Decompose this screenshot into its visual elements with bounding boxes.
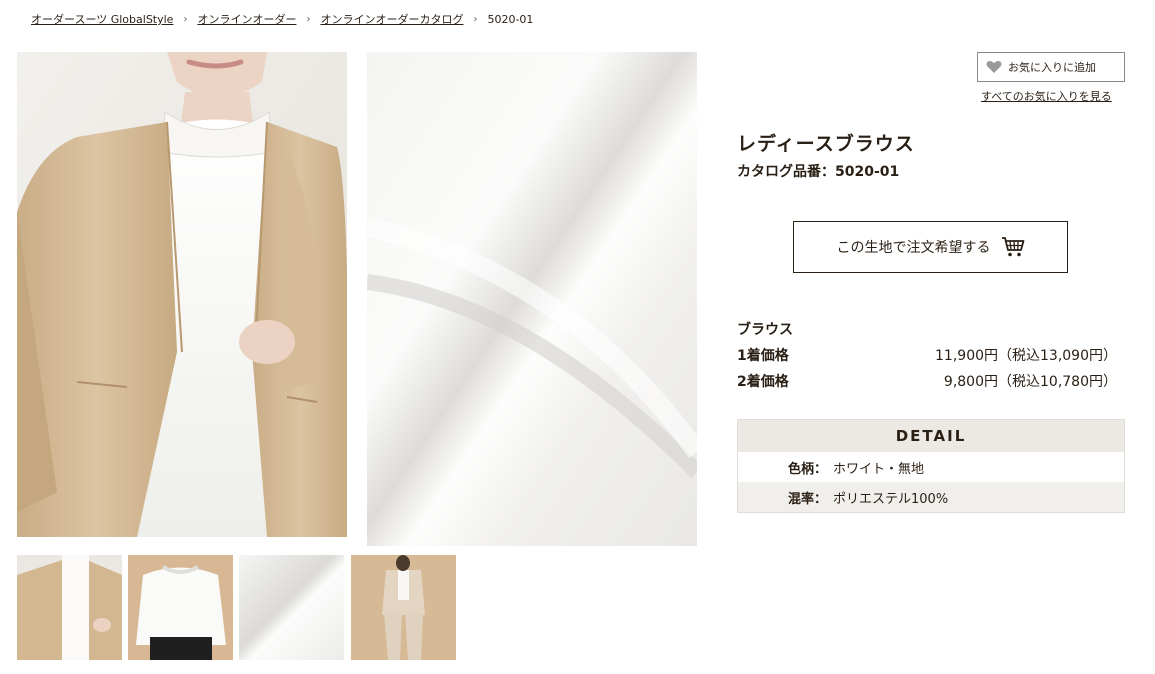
detail-value: ホワイト・無地 <box>833 461 925 477</box>
price-heading: ブラウス <box>737 322 793 338</box>
add-to-favorites-button[interactable]: お気に入りに追加 <box>977 52 1125 82</box>
order-request-label: この生地で注文希望する <box>836 240 991 256</box>
heart-icon <box>986 60 1002 74</box>
thumbnail-fabric[interactable] <box>239 555 344 660</box>
thumbnail-jacket-illustration <box>17 555 122 660</box>
price-label: 1着価格 <box>737 348 789 364</box>
fabric-image[interactable] <box>367 52 697 546</box>
breadcrumb-link-home[interactable]: オーダースーツ GlobalStyle <box>31 11 173 27</box>
detail-key: 色柄： <box>787 461 827 477</box>
catalog-number: カタログ品番：5020-01 <box>737 164 900 180</box>
price-row: 1着価格 11,900円（税込13,090円） <box>737 345 1117 365</box>
detail-row: 混率： ポリエステル100% <box>738 482 1124 512</box>
product-title: レディースブラウス <box>737 133 915 155</box>
detail-value: ポリエステル100% <box>833 491 949 507</box>
price-label: 2着価格 <box>737 374 789 390</box>
price-value: 9,800円（税込10,780円） <box>943 374 1117 390</box>
breadcrumb: オーダースーツ GlobalStyle › オンラインオーダー › オンラインオ… <box>31 11 533 27</box>
fabric-illustration <box>367 52 697 546</box>
cart-icon <box>1001 236 1025 258</box>
breadcrumb-separator: › <box>473 13 478 25</box>
product-main-image[interactable] <box>17 52 347 537</box>
detail-key: 混率： <box>787 491 827 507</box>
order-request-button[interactable]: この生地で注文希望する <box>793 221 1068 273</box>
breadcrumb-link-catalog[interactable]: オンラインオーダーカタログ <box>320 11 463 27</box>
price-value: 11,900円（税込13,090円） <box>935 348 1117 364</box>
thumbnail-fabric-illustration <box>239 555 344 660</box>
detail-row: 色柄： ホワイト・無地 <box>738 452 1124 482</box>
detail-header: DETAIL <box>738 420 1124 452</box>
breadcrumb-separator: › <box>306 13 311 25</box>
thumbnail-blouse[interactable] <box>128 555 233 660</box>
thumbnail-blouse-illustration <box>128 555 233 660</box>
thumbnail-full-outfit[interactable] <box>351 555 456 660</box>
breadcrumb-link-online-order[interactable]: オンラインオーダー <box>197 11 296 27</box>
thumbnail-jacket[interactable] <box>17 555 122 660</box>
thumbnail-full-outfit-illustration <box>351 555 456 660</box>
breadcrumb-separator: › <box>183 13 188 25</box>
model-photo-illustration <box>17 52 347 537</box>
breadcrumb-current: 5020-01 <box>487 12 534 26</box>
view-all-favorites-link[interactable]: すべてのお気に入りを見る <box>981 88 1112 104</box>
add-to-favorites-label: お気に入りに追加 <box>1008 61 1096 74</box>
detail-table: DETAIL 色柄： ホワイト・無地 混率： ポリエステル100% <box>737 419 1125 513</box>
price-row: 2着価格 9,800円（税込10,780円） <box>737 371 1117 391</box>
